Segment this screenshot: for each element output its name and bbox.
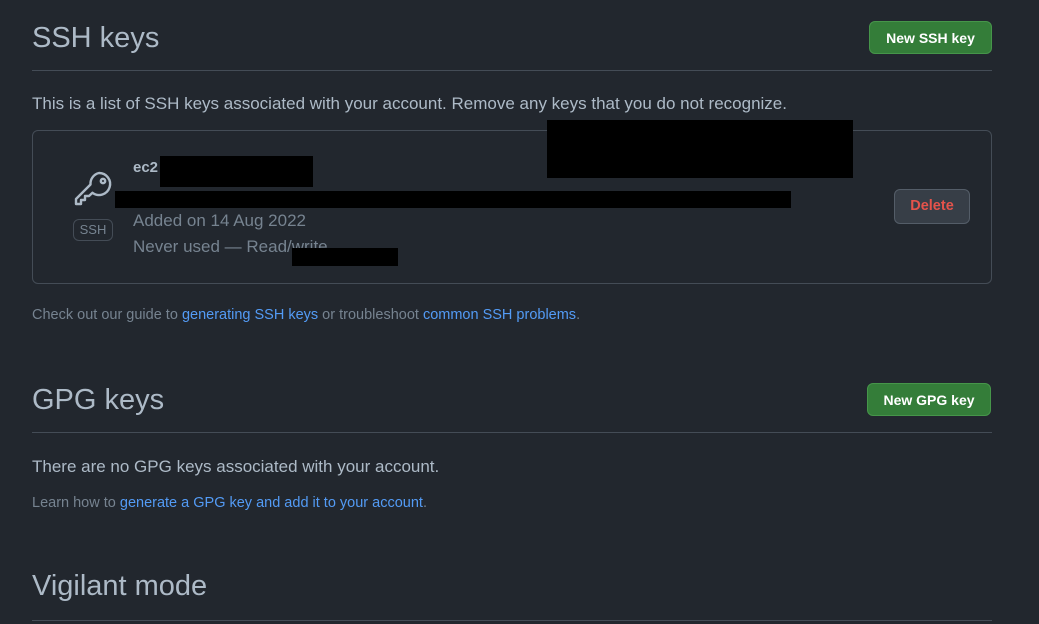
- key-icon: [74, 171, 112, 206]
- new-gpg-key-button[interactable]: New GPG key: [867, 383, 991, 416]
- common-ssh-problems-link[interactable]: common SSH problems: [423, 307, 576, 323]
- generate-gpg-key-link[interactable]: generate a GPG key and add it to your ac…: [120, 495, 423, 511]
- ssh-key-added-date: Added on 14 Aug 2022: [133, 211, 306, 230]
- gpg-empty-text: There are no GPG keys associated with yo…: [32, 457, 440, 476]
- guide-suffix: .: [576, 307, 581, 323]
- learn-prefix: Learn how to: [32, 495, 120, 511]
- new-ssh-key-button[interactable]: New SSH key: [869, 21, 992, 54]
- redaction-box: [292, 248, 398, 266]
- learn-suffix: .: [422, 495, 427, 511]
- redaction-box: [115, 191, 791, 208]
- guide-middle: or troubleshoot: [318, 307, 423, 323]
- gpg-keys-heading: GPG keys: [32, 384, 165, 416]
- gpg-learn-text: Learn how to generate a GPG key and add …: [32, 495, 427, 511]
- gpg-divider: [32, 432, 992, 433]
- settings-page: SSH keys New SSH key This is a list of S…: [0, 0, 1039, 624]
- generating-ssh-keys-link[interactable]: generating SSH keys: [182, 307, 318, 323]
- ssh-guide-text: Check out our guide to generating SSH ke…: [32, 307, 580, 323]
- ssh-keys-heading: SSH keys: [32, 22, 160, 54]
- ssh-badge: SSH: [73, 219, 113, 241]
- redaction-box: [160, 156, 313, 187]
- ssh-description: This is a list of SSH keys associated wi…: [32, 94, 787, 113]
- ssh-divider: [32, 70, 992, 71]
- vigilant-mode-heading: Vigilant mode: [32, 570, 208, 602]
- delete-ssh-key-button[interactable]: Delete: [894, 189, 970, 224]
- vigilant-divider: [32, 620, 992, 621]
- guide-prefix: Check out our guide to: [32, 307, 182, 323]
- redaction-box: [547, 120, 853, 178]
- ssh-key-title: ec2: [133, 159, 159, 176]
